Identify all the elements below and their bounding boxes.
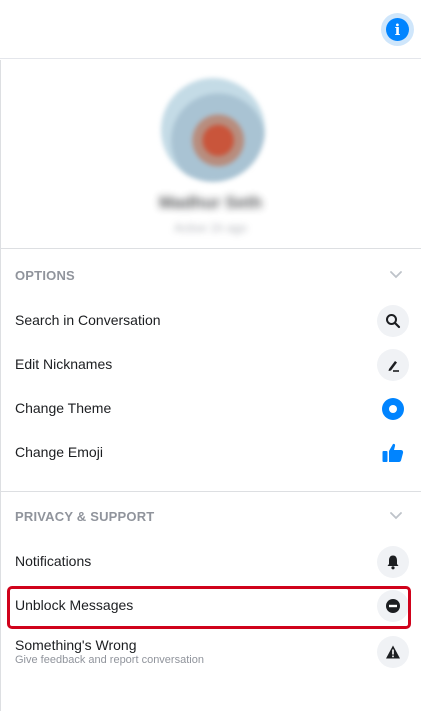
change-emoji-item[interactable]: Change Emoji xyxy=(0,431,421,475)
info-button[interactable]: i xyxy=(381,13,414,46)
profile-name: Madhur Seth xyxy=(159,193,262,212)
notifications-label: Notifications xyxy=(15,553,92,569)
notifications-item[interactable]: Notifications xyxy=(0,540,421,584)
chevron-down-icon xyxy=(390,512,402,520)
somethings-wrong-item[interactable]: Something's Wrong Give feedback and repo… xyxy=(0,628,421,678)
edit-nicknames-label: Edit Nicknames xyxy=(15,356,113,372)
search-icon xyxy=(377,305,409,337)
profile-section: Madhur Seth Active 1h ago xyxy=(0,60,421,249)
somethings-wrong-label: Something's Wrong xyxy=(15,637,137,653)
edit-nicknames-item[interactable]: Edit Nicknames xyxy=(0,343,421,387)
search-in-conversation-label: Search in Conversation xyxy=(15,312,161,328)
top-bar: i xyxy=(0,0,421,59)
warning-icon xyxy=(377,636,409,668)
chevron-down-icon xyxy=(390,271,402,279)
theme-icon xyxy=(377,393,409,425)
options-title: OPTIONS xyxy=(15,268,75,283)
bell-icon xyxy=(377,546,409,578)
change-theme-label: Change Theme xyxy=(15,400,112,416)
highlight-box xyxy=(7,586,411,629)
avatar[interactable] xyxy=(161,78,265,182)
options-header[interactable]: OPTIONS xyxy=(0,251,421,299)
change-emoji-label: Change Emoji xyxy=(15,444,103,460)
privacy-support-header[interactable]: PRIVACY & SUPPORT xyxy=(0,492,421,540)
privacy-support-title: PRIVACY & SUPPORT xyxy=(15,509,155,524)
info-icon: i xyxy=(386,18,409,41)
pencil-icon xyxy=(377,349,409,381)
profile-status: Active 1h ago xyxy=(174,221,247,235)
search-in-conversation-item[interactable]: Search in Conversation xyxy=(0,299,421,343)
change-theme-item[interactable]: Change Theme xyxy=(0,387,421,431)
thumbs-up-icon xyxy=(377,437,409,469)
somethings-wrong-sublabel: Give feedback and report conversation xyxy=(15,654,204,666)
